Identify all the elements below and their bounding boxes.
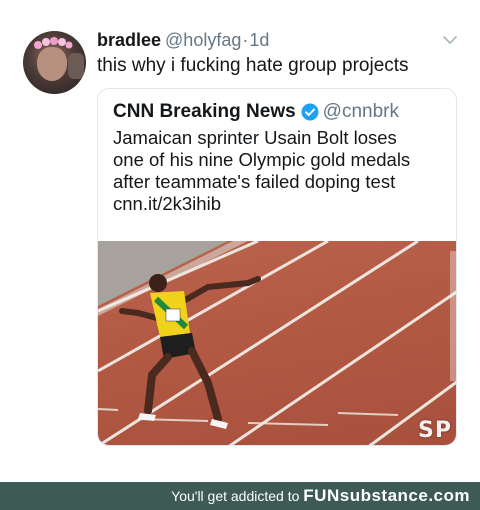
quoted-author-handle[interactable]: @cnnbrk (323, 101, 399, 123)
site-footer-banner[interactable]: You'll get addicted to FUNsubstance.com (0, 482, 480, 510)
quoted-tweet[interactable]: CNN Breaking News @cnnbrk Jamaican sprin… (97, 88, 457, 446)
photo-credit-strip (450, 251, 456, 381)
tweet-card: bradlee @holyfag·1d this why i fucking ha… (0, 0, 480, 482)
sprinter-figure (119, 274, 261, 429)
quoted-text-line: after teammate's failed doping test (113, 171, 396, 192)
avatar-phone (68, 53, 84, 79)
author-handle[interactable]: @holyfag (165, 30, 241, 50)
author-name[interactable]: bradlee (97, 30, 161, 50)
quoted-tweet-header: CNN Breaking News @cnnbrk (113, 101, 399, 123)
tweet-header: bradlee @holyfag·1d (97, 30, 269, 50)
quoted-text-line: Jamaican sprinter Usain Bolt loses (113, 127, 397, 148)
quoted-text-line: one of his nine Olympic gold medals (113, 149, 411, 170)
footer-text: You'll get addicted to (171, 488, 300, 504)
quoted-tweet-text: Jamaican sprinter Usain Bolt loses one o… (113, 127, 448, 215)
separator-dot: · (242, 30, 249, 50)
quoted-author-name[interactable]: CNN Breaking News (113, 101, 296, 123)
track-photo-illustration (98, 241, 456, 445)
chevron-down-icon[interactable] (442, 34, 458, 46)
quoted-link[interactable]: cnn.it/2k3ihib (113, 193, 448, 215)
photo-watermark: SP (418, 418, 452, 443)
avatar-face (37, 47, 67, 81)
quoted-photo[interactable]: SP (98, 241, 456, 445)
tweet-timestamp[interactable]: 1d (249, 30, 269, 50)
tweet-text: this why i fucking hate group projects (97, 55, 409, 76)
verified-badge-icon (301, 103, 319, 121)
footer-brand[interactable]: FUNsubstance.com (303, 486, 470, 505)
avatar[interactable] (23, 31, 86, 94)
